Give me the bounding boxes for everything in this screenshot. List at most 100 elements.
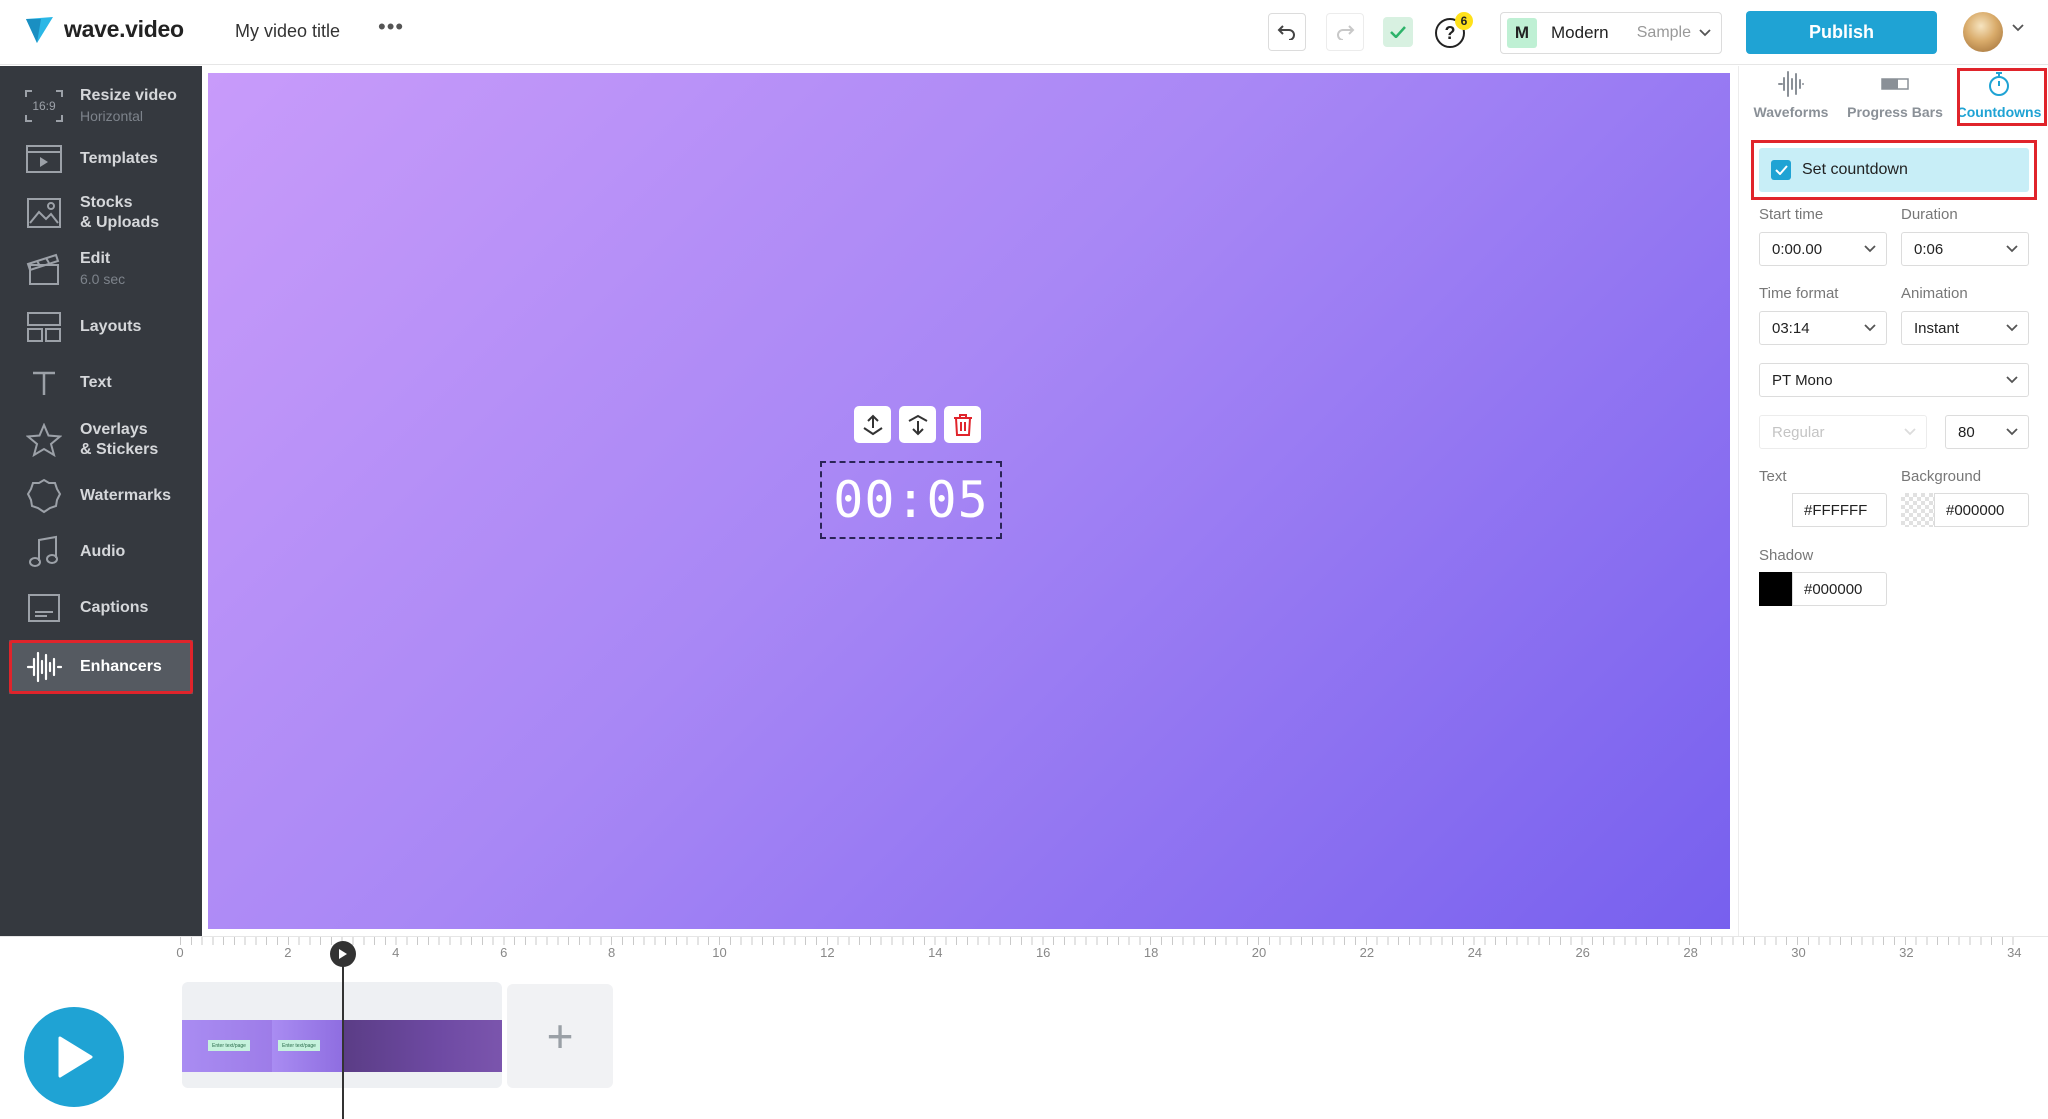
style-select[interactable]: M Modern Sample <box>1500 12 1722 54</box>
ruler-tick-label: 26 <box>1575 945 1590 960</box>
sidebar-item-label: Overlays <box>80 421 148 438</box>
music-note-icon <box>24 532 64 572</box>
background-color-input[interactable]: #000000 <box>1901 493 2029 527</box>
bring-forward-button[interactable] <box>854 406 891 443</box>
editor-app: wave.video My video title ••• ? 6 M Mode… <box>0 0 2048 1119</box>
sidebar-item-label: Layouts <box>80 318 142 335</box>
ruler-tick-label: 2 <box>284 945 292 960</box>
saved-status-button[interactable] <box>1383 17 1413 47</box>
sidebar-item-label: Audio <box>80 543 126 560</box>
font-size-select[interactable]: 80 <box>1945 415 2029 449</box>
style-sample: Sample <box>1636 24 1691 41</box>
font-weight-value: Regular <box>1772 423 1825 441</box>
sidebar-item-label: Captions <box>80 599 149 616</box>
ruler-tick-label: 20 <box>1251 945 1267 960</box>
play-icon <box>58 1036 93 1078</box>
countdown-element[interactable]: 00:05 <box>820 461 1002 539</box>
countdowns-tab-highlight-outline <box>1957 68 2047 126</box>
timeline-ruler[interactable]: 0 2 4 6 8 10 12 14 16 18 20 22 24 26 28 30 32 34 <box>0 937 2048 967</box>
chevron-down-icon <box>2006 324 2018 332</box>
play-small-icon <box>339 949 347 959</box>
play-button[interactable] <box>24 1007 124 1107</box>
clip-thumbnail[interactable] <box>344 1020 502 1072</box>
logo[interactable]: wave.video <box>26 16 184 43</box>
font-weight-select[interactable]: Regular <box>1759 415 1927 449</box>
chevron-down-icon[interactable] <box>2012 24 2024 32</box>
trash-icon <box>953 413 972 436</box>
sidebar-item-layouts[interactable]: Layouts <box>0 300 202 354</box>
sidebar-item-stocks-uploads[interactable]: Stocks & Uploads <box>0 186 202 240</box>
clapperboard-icon <box>24 249 64 289</box>
tab-label: Progress Bars <box>1847 104 1943 120</box>
help-notification-badge: 6 <box>1455 12 1473 30</box>
ruler-tick-label: 14 <box>928 945 943 960</box>
delete-button[interactable] <box>944 406 981 443</box>
send-backward-button[interactable] <box>899 406 936 443</box>
enhancers-highlight-outline <box>9 640 193 694</box>
text-color-swatch[interactable] <box>1759 493 1793 527</box>
shadow-color-input[interactable]: #000000 <box>1759 572 1887 606</box>
ruler-tick-label: 4 <box>392 945 400 960</box>
set-countdown-highlight-outline <box>1751 140 2037 200</box>
sidebar-item-captions[interactable]: Captions <box>0 581 202 635</box>
sidebar-item-overlays-stickers[interactable]: Overlays & Stickers <box>0 413 202 467</box>
animation-value: Instant <box>1914 319 1960 337</box>
undo-button[interactable] <box>1268 13 1306 51</box>
video-canvas[interactable]: 00:05 <box>208 73 1730 929</box>
redo-icon <box>1337 25 1355 40</box>
logo-text: wave.video <box>64 16 184 42</box>
countdown-text: 00:05 <box>833 471 989 529</box>
send-backward-icon <box>908 414 927 435</box>
playhead-handle[interactable] <box>330 941 356 967</box>
sidebar-item-label: Edit <box>80 250 111 267</box>
avatar[interactable] <box>1963 12 2003 52</box>
time-format-select[interactable]: 03:14 <box>1759 311 1887 345</box>
sidebar-item-label: Templates <box>80 150 158 167</box>
redo-button[interactable] <box>1326 13 1364 51</box>
start-time-select[interactable]: 0:00.00 <box>1759 232 1887 266</box>
sidebar-item-resize-video[interactable]: 16:9 Resize video Horizontal <box>0 76 202 136</box>
sidebar-item-text[interactable]: Text <box>0 356 202 410</box>
top-bar: wave.video My video title ••• ? 6 M Mode… <box>0 0 2048 65</box>
waveform-icon <box>1778 70 1804 98</box>
time-format-label: Time format <box>1759 285 1839 302</box>
clip-thumbnail[interactable]: Enter text/page <box>272 1020 344 1072</box>
animation-select[interactable]: Instant <box>1901 311 2029 345</box>
clip-text-tag: Enter text/page <box>208 1040 250 1051</box>
ruler-tick-label: 8 <box>607 945 616 960</box>
animation-label: Animation <box>1901 285 1968 302</box>
duration-select[interactable]: 0:06 <box>1901 232 2029 266</box>
sidebar-item-audio[interactable]: Audio <box>0 525 202 579</box>
text-color-input[interactable]: #FFFFFF <box>1759 493 1887 527</box>
tab-waveforms[interactable]: Waveforms <box>1739 66 1843 128</box>
ruler-tick-label: 0 <box>176 945 184 960</box>
playhead-line <box>342 947 344 1119</box>
sidebar-item-sublabel: Horizontal <box>80 108 144 124</box>
shadow-color-swatch[interactable] <box>1759 572 1793 606</box>
ruler-tick-label: 22 <box>1359 945 1375 960</box>
background-color-swatch[interactable] <box>1901 493 1935 527</box>
publish-button[interactable]: Publish <box>1746 11 1937 54</box>
duration-value: 0:06 <box>1914 240 1944 258</box>
templates-icon <box>24 139 64 179</box>
ruler-tick-label: 28 <box>1683 945 1698 960</box>
sidebar-item-edit[interactable]: Edit 6.0 sec <box>0 242 202 296</box>
resize-16-9-icon: 16:9 <box>24 86 64 126</box>
image-icon <box>24 193 64 233</box>
tab-label: Waveforms <box>1753 104 1829 120</box>
ruler-tick-label: 6 <box>500 945 508 960</box>
timeline: 0 2 4 6 8 10 12 14 16 18 20 22 24 26 28 30 32 34 Enter te… <box>0 936 2048 1119</box>
font-family-select[interactable]: PT Mono <box>1759 363 2029 397</box>
sidebar-item-watermarks[interactable]: Watermarks <box>0 469 202 523</box>
add-clip-button[interactable]: + <box>507 984 613 1088</box>
sidebar-item-label: Text <box>80 374 112 391</box>
ruler-tick-label: 30 <box>1791 945 1806 960</box>
sidebar-item-templates[interactable]: Templates <box>0 132 202 186</box>
tab-progress-bars[interactable]: Progress Bars <box>1843 66 1947 128</box>
video-title[interactable]: My video title <box>235 21 340 42</box>
text-color-value: #FFFFFF <box>1804 501 1868 519</box>
clip-thumbnail[interactable]: Enter text/page <box>182 1020 274 1072</box>
svg-text:16:9: 16:9 <box>32 99 56 113</box>
ruler-tick-label: 16 <box>1035 945 1051 960</box>
more-options-button[interactable]: ••• <box>378 14 404 40</box>
